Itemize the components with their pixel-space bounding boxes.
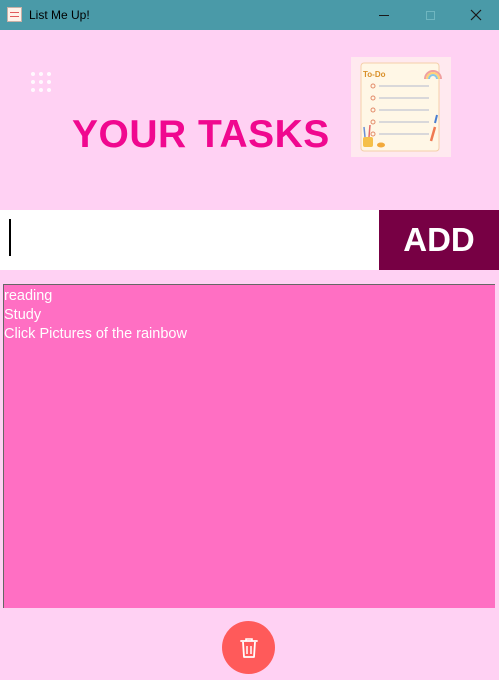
add-button[interactable]: ADD [379, 210, 499, 270]
notepad-icon [7, 7, 22, 22]
title-bar: List Me Up! [0, 0, 499, 30]
todo-list-illustration: To-Do [351, 57, 451, 157]
close-icon [470, 9, 482, 21]
list-item[interactable]: Study [4, 306, 495, 325]
trash-icon [239, 637, 258, 658]
window-title: List Me Up! [29, 8, 90, 22]
list-item[interactable]: reading [4, 287, 495, 306]
maximize-icon [425, 10, 435, 20]
close-button[interactable] [453, 0, 499, 30]
delete-button[interactable] [222, 621, 275, 674]
list-item[interactable]: Click Pictures of the rainbow [4, 325, 495, 344]
task-list[interactable]: reading Study Click Pictures of the rain… [3, 284, 495, 608]
grid-dots-icon[interactable] [31, 72, 51, 92]
task-input[interactable] [0, 210, 379, 270]
maximize-button[interactable] [407, 0, 453, 30]
page-title: YOUR TASKS [72, 113, 330, 156]
minimize-icon [379, 14, 389, 16]
text-caret [9, 219, 11, 256]
todo-caption: To-Do [363, 70, 386, 79]
minimize-button[interactable] [361, 0, 407, 30]
